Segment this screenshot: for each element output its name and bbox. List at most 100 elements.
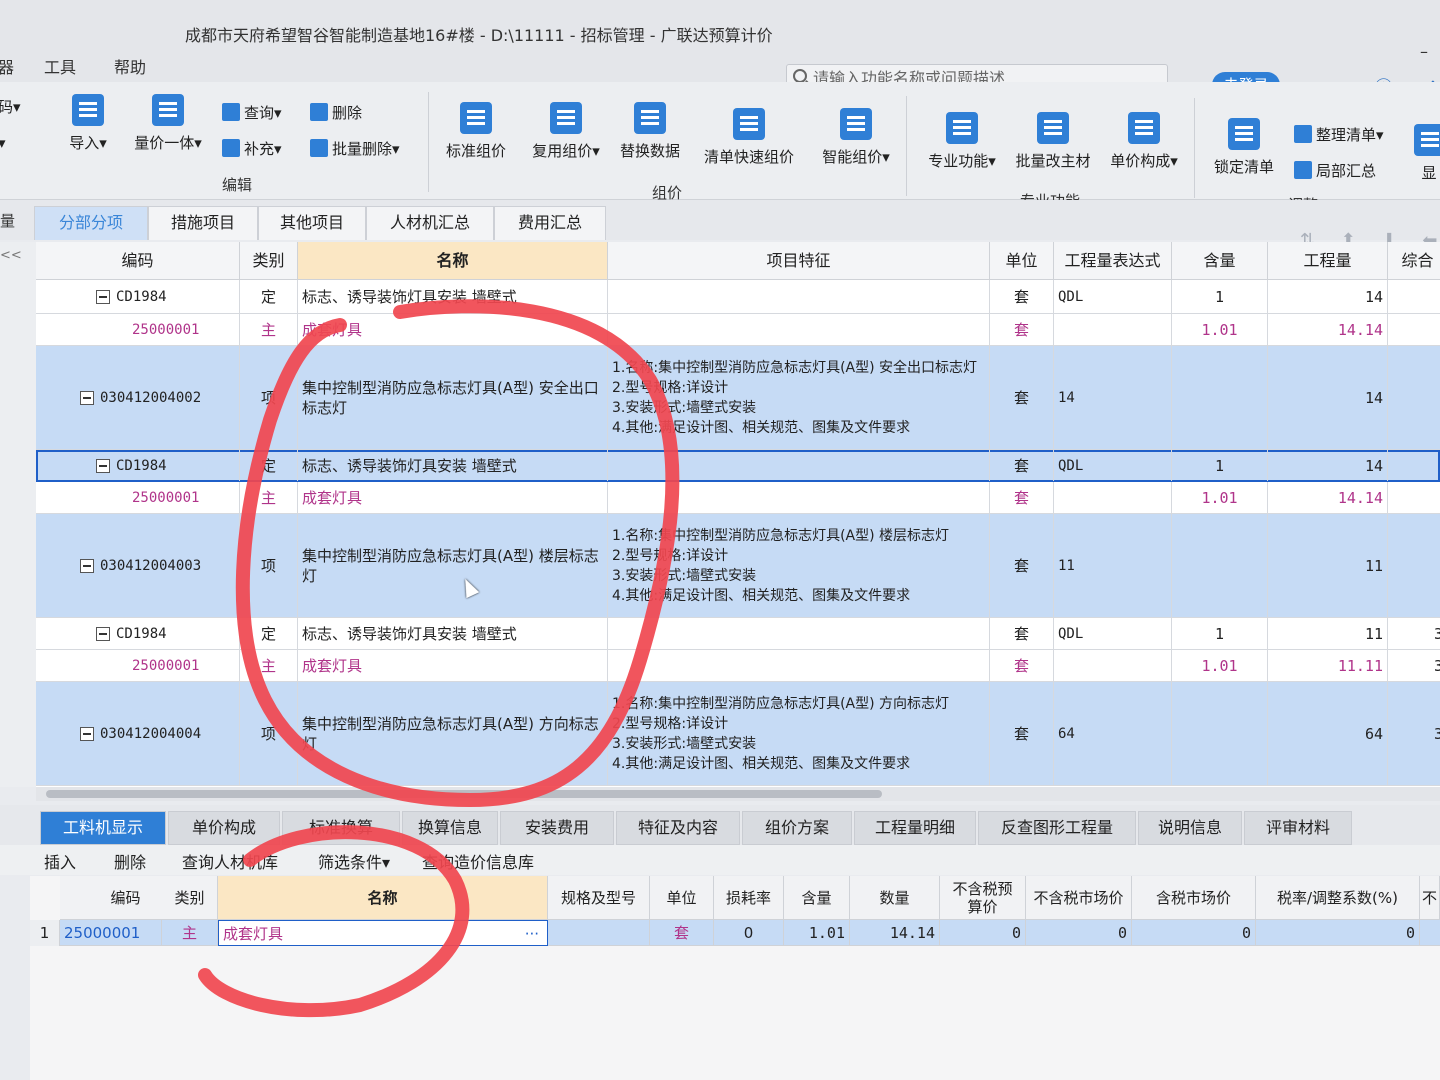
cell-type[interactable]: 定: [240, 450, 298, 481]
cell-code[interactable]: 030412004004: [36, 682, 240, 785]
cell-code[interactable]: 030412004003: [36, 514, 240, 617]
cell-content[interactable]: [1172, 346, 1268, 449]
col-header-content[interactable]: 含量: [1172, 242, 1268, 280]
standard-pricing-button[interactable]: 标准组价: [440, 102, 512, 161]
cell-name[interactable]: 成套灯具: [298, 482, 608, 513]
cell-unit[interactable]: 套: [990, 450, 1054, 481]
cell-code[interactable]: 25000001: [36, 650, 240, 681]
tab-other-items[interactable]: 其他项目: [258, 206, 366, 240]
quota-row[interactable]: CD1984定标志、诱导装饰灯具安装 墙壁式套QDL1113: [36, 618, 1440, 650]
cell-extra[interactable]: [1388, 314, 1440, 345]
bottom-tab-3[interactable]: 换算信息: [402, 811, 498, 845]
quota-row[interactable]: CD1984 定标志、诱导装饰灯具安装 墙壁式 套 QDL 1 14: [36, 280, 1440, 314]
query-price-info-button[interactable]: 查询造价信息库: [422, 849, 534, 873]
cell-unit[interactable]: 套: [990, 280, 1054, 313]
quota-row[interactable]: 25000001 主成套灯具 套 1.01 14.14: [36, 482, 1440, 514]
tab-measures[interactable]: 措施项目: [148, 206, 258, 240]
supplement-button[interactable]: 补充▾: [222, 138, 282, 159]
material-unit[interactable]: 套: [650, 920, 714, 946]
cell-code[interactable]: CD1984: [36, 618, 240, 649]
cell-type[interactable]: 项: [240, 346, 298, 449]
cell-qty[interactable]: 14: [1268, 450, 1388, 481]
cell-expr[interactable]: QDL: [1054, 450, 1172, 481]
cell-type[interactable]: 项: [240, 682, 298, 785]
cell-name[interactable]: 成套灯具: [298, 314, 608, 345]
material-content[interactable]: 1.01: [784, 920, 850, 946]
cell-name[interactable]: 标志、诱导装饰灯具安装 墙壁式: [298, 618, 608, 649]
cell-unit[interactable]: 套: [990, 650, 1054, 681]
insert-button[interactable]: 插入: [44, 849, 76, 873]
bottom-tab-10[interactable]: 评审材料: [1244, 811, 1352, 845]
quick-pricing-button[interactable]: 清单快速组价: [694, 108, 804, 167]
bottom-tab-4[interactable]: 安装费用: [500, 811, 614, 845]
batch-delete-button[interactable]: 批量删除▾: [310, 138, 400, 159]
cell-expr[interactable]: 11: [1054, 514, 1172, 617]
unit-price-composition-button[interactable]: 单价构成▾: [1104, 112, 1184, 171]
query-button[interactable]: 查询▾: [222, 102, 282, 123]
cell-feat[interactable]: [608, 314, 990, 345]
bottom-tab-1[interactable]: 单价构成: [168, 811, 280, 845]
cell-extra[interactable]: 3: [1388, 682, 1440, 785]
cell-type[interactable]: 定: [240, 618, 298, 649]
tree-collapse-icon[interactable]: [96, 458, 110, 473]
cell-type[interactable]: 主: [240, 314, 298, 345]
cell-extra[interactable]: [1388, 482, 1440, 513]
tree-collapse-icon[interactable]: [80, 726, 94, 741]
cell-extra[interactable]: [1388, 280, 1440, 313]
cell-content[interactable]: [1172, 514, 1268, 617]
menu-item-cut[interactable]: 器: [0, 54, 14, 78]
pro-function-button[interactable]: 专业功能▾: [920, 112, 1004, 171]
smart-pricing-button[interactable]: 智能组价▾: [814, 108, 898, 167]
cell-content[interactable]: 1.01: [1172, 314, 1268, 345]
cell-expr[interactable]: QDL: [1054, 280, 1172, 313]
col-header-quantity[interactable]: 工程量: [1268, 242, 1388, 280]
material-spec[interactable]: [548, 920, 650, 946]
import-button[interactable]: 导入▾: [60, 94, 116, 153]
cell-name[interactable]: 标志、诱导装饰灯具安装 墙壁式: [298, 450, 608, 481]
bcol-header-loss[interactable]: 损耗率: [714, 876, 784, 920]
cell-unit[interactable]: 套: [990, 482, 1054, 513]
menu-item-tools[interactable]: 工具: [44, 54, 76, 78]
bcol-header-tax-rate[interactable]: 税率/调整系数(%): [1256, 876, 1420, 920]
cell-code[interactable]: CD1984: [36, 280, 240, 313]
list-item-row[interactable]: 030412004002 项集中控制型消防应急标志灯具(A型) 安全出口标志灯 1.…: [36, 346, 1440, 450]
cell-feat[interactable]: [608, 280, 990, 313]
cell-feat[interactable]: [608, 450, 990, 481]
show-button[interactable]: 显: [1414, 124, 1440, 183]
col-header-name[interactable]: 名称: [298, 242, 608, 280]
cell-name[interactable]: 集中控制型消防应急标志灯具(A型) 方向标志灯: [298, 682, 608, 785]
bcol-header-cut[interactable]: 不: [1420, 876, 1440, 920]
cell-unit[interactable]: 套: [990, 346, 1054, 449]
material-name-input[interactable]: 成套灯具 ···: [218, 920, 548, 946]
horizontal-scrollbar[interactable]: [36, 787, 1440, 801]
filter-condition-dropdown[interactable]: 筛选条件▾: [318, 849, 390, 873]
bottom-tab-7[interactable]: 工程量明细: [854, 811, 976, 845]
ribbon-cut-2[interactable]: ▾: [0, 134, 6, 152]
ribbon-cut-1[interactable]: 码▾: [0, 96, 21, 117]
bcol-header-content[interactable]: 含量: [784, 876, 850, 920]
reuse-pricing-button[interactable]: 复用组价▾: [524, 102, 608, 161]
cell-qty[interactable]: 14: [1268, 346, 1388, 449]
batch-main-material-button[interactable]: 批量改主材: [1010, 112, 1096, 171]
cell-qty[interactable]: 14.14: [1268, 482, 1388, 513]
bottom-tab-5[interactable]: 特征及内容: [616, 811, 740, 845]
bcol-header-spec[interactable]: 规格及型号: [548, 876, 650, 920]
material-loss[interactable]: 0: [714, 920, 784, 946]
cell-code[interactable]: CD1984: [36, 450, 240, 481]
cell-expr[interactable]: [1054, 482, 1172, 513]
bcol-header-unit[interactable]: 单位: [650, 876, 714, 920]
list-item-row[interactable]: 030412004004 项集中控制型消防应急标志灯具(A型) 方向标志灯 1.名称…: [36, 682, 1440, 786]
cell-name[interactable]: 集中控制型消防应急标志灯具(A型) 楼层标志灯: [298, 514, 608, 617]
material-code[interactable]: 25000001: [60, 920, 162, 946]
col-header-type[interactable]: 类别: [240, 242, 298, 280]
tidy-list-button[interactable]: 整理清单▾: [1294, 124, 1384, 145]
cell-extra[interactable]: 3: [1388, 650, 1440, 681]
col-header-expression[interactable]: 工程量表达式: [1054, 242, 1172, 280]
quota-row[interactable]: 25000001 主成套灯具 套 1.0111.113: [36, 650, 1440, 682]
collapse-rail-button[interactable]: <<: [0, 248, 22, 263]
cell-unit[interactable]: 套: [990, 682, 1054, 785]
bcol-header-tax-market[interactable]: 含税市场价: [1132, 876, 1256, 920]
cell-feat[interactable]: 1.名称:集中控制型消防应急标志灯具(A型) 方向标志灯 2.型号规格:详设计 …: [608, 682, 990, 785]
bottom-tab-2[interactable]: 标准换算: [282, 811, 400, 845]
cell-qty[interactable]: 14: [1268, 280, 1388, 313]
